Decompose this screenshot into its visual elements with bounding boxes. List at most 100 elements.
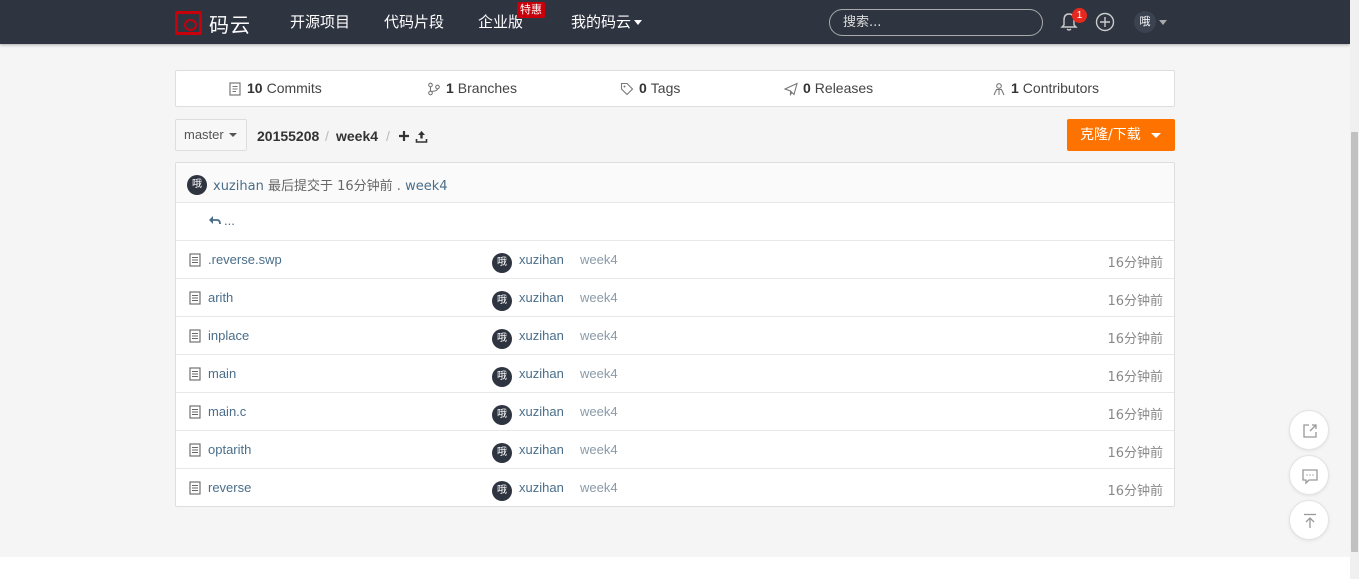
share-button[interactable] [1289,410,1329,450]
breadcrumb-repo[interactable]: 20155208 [257,128,319,144]
avatar[interactable]: 哦 [492,481,512,501]
back-to-top-button[interactable] [1289,500,1329,540]
commit-author[interactable]: xuzihan [213,179,264,194]
user-avatar[interactable]: 哦 [1134,11,1156,33]
file-commit-author[interactable]: xuzihan [519,442,564,457]
file-commit-time: 16分钟前 [1107,370,1163,385]
nav-snippets[interactable]: 代码片段 [384,0,444,44]
stat-branches[interactable]: 1 Branches [427,71,517,106]
commit-time-text: 最后提交于 16分钟前 . [267,179,401,194]
file-name-link[interactable]: main.c [208,404,246,419]
file-icon [189,481,201,495]
file-commit-message[interactable]: week4 [580,252,618,267]
release-icon [784,82,798,96]
stat-tags[interactable]: 0 Tags [620,71,680,106]
parent-directory-link[interactable]: ... [224,213,235,228]
search-input[interactable] [829,9,1043,36]
logo-text: 码云 [209,12,251,37]
latest-commit-info: xuzihan 最后提交于 16分钟前 . week4 [213,175,448,194]
back-to-top-icon [1304,513,1316,528]
file-name-link[interactable]: reverse [208,480,251,495]
file-commit-message[interactable]: week4 [580,480,618,495]
file-row[interactable]: .reverse.swp 哦 xuzihan week4 16分钟前 [176,241,1174,279]
branch-name: master [184,127,224,142]
file-icon [189,291,201,305]
file-row[interactable]: reverse 哦 xuzihan week4 16分钟前 [176,469,1174,507]
stat-releases-count: 0 [803,80,811,96]
file-name-link[interactable]: arith [208,290,233,305]
file-commit-time: 16分钟前 [1107,256,1163,271]
parent-directory-row[interactable]: ... [176,203,1174,241]
file-commit-message[interactable]: week4 [580,290,618,305]
file-icon [189,367,201,381]
file-name-link[interactable]: optarith [208,442,251,457]
add-circle-icon[interactable] [1095,12,1115,32]
promo-badge: 特惠 [517,2,545,18]
file-commit-message[interactable]: week4 [580,404,618,419]
file-commit-time: 16分钟前 [1107,294,1163,309]
file-commit-author[interactable]: xuzihan [519,480,564,495]
stat-contributors[interactable]: 1 Contributors [992,71,1099,106]
clone-download-button[interactable]: 克隆/下载 [1067,119,1175,151]
file-commit-time: 16分钟前 [1107,446,1163,461]
file-commit-author[interactable]: xuzihan [519,290,564,305]
breadcrumb-folder[interactable]: week4 [336,128,378,144]
file-commit-message[interactable]: week4 [580,366,618,381]
avatar[interactable]: 哦 [492,367,512,387]
file-row[interactable]: inplace 哦 xuzihan week4 16分钟前 [176,317,1174,355]
branch-selector[interactable]: master [175,119,247,151]
stat-commits[interactable]: 10 Commits [228,71,322,106]
upload-icon[interactable] [415,130,428,143]
file-name-link[interactable]: inplace [208,328,249,343]
file-commit-author[interactable]: xuzihan [519,366,564,381]
commit-message[interactable]: week4 [405,179,447,194]
repo-stats-bar: 10 Commits 1 Branches 0 Tags 0 Releases 1 Con… [175,70,1175,107]
nav-my-gitee-label: 我的码云 [571,13,632,31]
file-commit-message[interactable]: week4 [580,328,618,343]
avatar[interactable]: 哦 [492,291,512,311]
contributors-icon [993,82,1005,95]
logo[interactable]: 码云 [175,10,251,37]
avatar[interactable]: 哦 [492,329,512,349]
file-commit-author[interactable]: xuzihan [519,328,564,343]
chevron-down-icon [634,20,643,25]
file-name-link[interactable]: .reverse.swp [208,252,282,267]
commit-icon [229,81,241,96]
scrollbar-thumb[interactable] [1351,132,1358,552]
file-commit-author[interactable]: xuzihan [519,252,564,267]
stat-releases[interactable]: 0 Releases [784,71,873,106]
avatar[interactable]: 哦 [187,175,207,195]
stat-releases-label: Releases [814,80,874,96]
breadcrumb-separator: / [386,128,390,144]
stat-commits-label: Commits [266,80,322,96]
file-row[interactable]: optarith 哦 xuzihan week4 16分钟前 [176,431,1174,469]
file-commit-author[interactable]: xuzihan [519,404,564,419]
tag-icon [620,82,634,95]
nav-my-gitee[interactable]: 我的码云 [571,0,643,44]
stat-branches-label: Branches [457,80,517,96]
file-row[interactable]: arith 哦 xuzihan week4 16分钟前 [176,279,1174,317]
breadcrumb-separator: / [325,128,329,144]
avatar[interactable]: 哦 [492,443,512,463]
chevron-down-icon[interactable] [1159,20,1167,25]
comment-button[interactable] [1289,455,1329,495]
add-file-icon[interactable] [398,130,410,142]
file-icon [189,329,201,343]
avatar[interactable]: 哦 [492,405,512,425]
file-row[interactable]: main 哦 xuzihan week4 16分钟前 [176,355,1174,393]
file-row[interactable]: main.c 哦 xuzihan week4 16分钟前 [176,393,1174,431]
file-list: 哦 xuzihan 最后提交于 16分钟前 . week4 ... .rever… [175,162,1175,507]
file-name-link[interactable]: main [208,366,236,381]
file-commit-message[interactable]: week4 [580,442,618,457]
logo-icon [175,11,202,35]
footer-strip [0,557,1350,579]
top-nav: 码云 开源项目 代码片段 企业版 特惠 我的码云 1 哦 [0,0,1350,44]
avatar[interactable]: 哦 [492,253,512,273]
nav-open-source[interactable]: 开源项目 [290,0,350,44]
latest-commit-row: 哦 xuzihan 最后提交于 16分钟前 . week4 [176,163,1174,203]
chevron-down-icon [1151,133,1161,138]
stat-contributors-count: 1 [1011,80,1019,96]
file-commit-time: 16分钟前 [1107,484,1163,499]
file-commit-time: 16分钟前 [1107,332,1163,347]
stat-tags-label: Tags [650,80,681,96]
